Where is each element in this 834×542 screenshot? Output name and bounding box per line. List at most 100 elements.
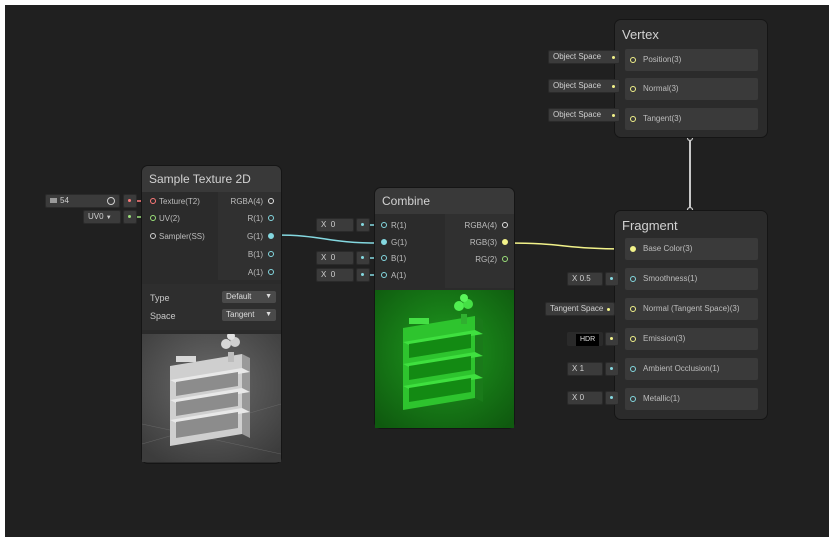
chevron-down-icon: ▼ xyxy=(265,311,272,318)
block-label: Metallic(1) xyxy=(643,394,680,403)
context-title[interactable]: Vertex xyxy=(615,20,767,50)
uv-port-handle[interactable] xyxy=(123,210,137,224)
emission-port-handle[interactable] xyxy=(605,332,619,346)
fragment-block-ambient-occlusion[interactable]: Ambient Occlusion(1) xyxy=(625,358,758,380)
fragment-block-emission[interactable]: Emission(3) xyxy=(625,328,758,350)
output-port-rgba[interactable] xyxy=(502,222,508,228)
node-title[interactable]: Sample Texture 2D xyxy=(142,166,281,192)
vertex-block-position[interactable]: Position(3) xyxy=(625,49,758,71)
block-label: Emission(3) xyxy=(643,334,686,343)
sample-texture-2d-node[interactable]: Sample Texture 2D Texture(T2) UV(2) Samp… xyxy=(142,166,281,463)
uv-channel-dropdown[interactable]: UV0 ▼ xyxy=(83,210,121,224)
shader-graph-canvas[interactable]: 54 UV0 ▼ Sample Texture 2D Texture(T2) U… xyxy=(5,5,829,537)
port-label: Texture(T2) xyxy=(159,197,200,206)
block-label: Tangent(3) xyxy=(643,114,682,123)
space-dropdown[interactable]: Tangent ▼ xyxy=(222,309,276,321)
emission-color-field[interactable]: HDR xyxy=(567,332,603,346)
output-port-rgb[interactable] xyxy=(502,239,508,245)
port-label: R(1) xyxy=(247,214,263,223)
block-label: Ambient Occlusion(1) xyxy=(643,364,720,373)
type-label: Type xyxy=(150,293,170,303)
output-port-b[interactable] xyxy=(268,251,274,257)
input-port-uv[interactable] xyxy=(150,215,156,221)
port-label: UV(2) xyxy=(159,214,180,223)
chevron-down-icon: ▼ xyxy=(265,293,272,300)
context-title[interactable]: Fragment xyxy=(615,211,767,241)
smoothness-port-handle[interactable] xyxy=(605,272,619,286)
normal-space-field[interactable]: Tangent Space xyxy=(545,302,615,316)
ao-port-handle[interactable] xyxy=(605,362,619,376)
port-label: RGB(3) xyxy=(469,238,497,247)
port-label: G(1) xyxy=(391,238,407,247)
fragment-block-metallic[interactable]: Metallic(1) xyxy=(625,388,758,410)
wire-g-to-combine-g[interactable] xyxy=(274,234,381,244)
fragment-block-normal[interactable]: Normal (Tangent Space)(3) xyxy=(625,298,758,320)
port-label: RG(2) xyxy=(475,255,497,264)
block-label: Position(3) xyxy=(643,55,682,64)
space-label: Space xyxy=(150,311,176,321)
port-label: RGBA(4) xyxy=(230,197,263,206)
input-port-texture[interactable] xyxy=(150,198,156,204)
combine-b-default-field[interactable]: X 0 xyxy=(316,251,354,265)
input-port-sampler[interactable] xyxy=(150,233,156,239)
port-label: A(1) xyxy=(247,268,263,277)
vertex-context[interactable]: Vertex Position(3) Normal(3) Tangent(3) xyxy=(615,20,767,137)
position-space-chip[interactable]: Object Space xyxy=(548,50,620,64)
port-label: B(1) xyxy=(247,250,263,259)
texture-asset-field[interactable]: 54 xyxy=(45,194,120,208)
port-label: R(1) xyxy=(391,221,407,230)
combine-node[interactable]: Combine R(1) G(1) B(1) A(1) RGBA(4) RGB(… xyxy=(375,188,514,428)
combine-a-port-handle[interactable] xyxy=(356,268,370,282)
output-port-r[interactable] xyxy=(268,215,274,221)
output-port-a[interactable] xyxy=(268,269,274,275)
input-port-position[interactable] xyxy=(630,57,636,63)
combine-b-port-handle[interactable] xyxy=(356,251,370,265)
block-label: Normal (Tangent Space)(3) xyxy=(643,304,740,313)
port-label: G(1) xyxy=(247,232,263,241)
combine-r-default-field[interactable]: X 0 xyxy=(316,218,354,232)
input-port-tangent[interactable] xyxy=(630,116,636,122)
input-port-g[interactable] xyxy=(381,239,387,245)
chevron-down-icon: ▼ xyxy=(105,215,112,221)
texture-port-handle[interactable] xyxy=(123,194,137,208)
fragment-block-smoothness[interactable]: Smoothness(1) xyxy=(625,268,758,290)
vertex-block-tangent[interactable]: Tangent(3) xyxy=(625,108,758,130)
tangent-space-chip[interactable]: Object Space xyxy=(548,108,620,122)
input-port-metallic[interactable] xyxy=(630,396,636,402)
normal-space-chip[interactable]: Object Space xyxy=(548,79,620,93)
node-title[interactable]: Combine xyxy=(375,188,514,214)
ao-value-field[interactable]: X 1 xyxy=(567,362,603,376)
block-label: Smoothness(1) xyxy=(643,274,698,283)
metallic-value-field[interactable]: X 0 xyxy=(567,391,603,405)
output-port-g[interactable] xyxy=(268,233,274,239)
smoothness-value-field[interactable]: X 0.5 xyxy=(567,272,603,286)
type-dropdown[interactable]: Default ▼ xyxy=(222,291,276,303)
texture-icon xyxy=(50,198,57,204)
port-label: Sampler(SS) xyxy=(159,232,205,241)
block-label: Base Color(3) xyxy=(643,244,693,253)
fragment-block-base-color[interactable]: Base Color(3) xyxy=(625,238,758,260)
input-port-a[interactable] xyxy=(381,272,387,278)
port-label: RGBA(4) xyxy=(464,221,497,230)
wire-rgb-to-base-color[interactable] xyxy=(506,242,626,250)
input-port-b[interactable] xyxy=(381,255,387,261)
node-preview xyxy=(142,334,281,462)
target-icon[interactable] xyxy=(107,197,115,205)
input-port-r[interactable] xyxy=(381,222,387,228)
input-port-base-color[interactable] xyxy=(630,246,636,252)
block-label: Normal(3) xyxy=(643,84,679,93)
input-port-ao[interactable] xyxy=(630,366,636,372)
input-port-normal[interactable] xyxy=(630,86,636,92)
output-port-rgba[interactable] xyxy=(268,198,274,204)
fragment-context[interactable]: Fragment Base Color(3) Smoothness(1) Nor… xyxy=(615,211,767,419)
port-label: B(1) xyxy=(391,254,407,263)
input-port-emission[interactable] xyxy=(630,336,636,342)
output-port-rg[interactable] xyxy=(502,256,508,262)
metallic-port-handle[interactable] xyxy=(605,391,619,405)
combine-a-default-field[interactable]: X 0 xyxy=(316,268,354,282)
input-port-smoothness[interactable] xyxy=(630,276,636,282)
vertex-block-normal[interactable]: Normal(3) xyxy=(625,78,758,100)
node-preview xyxy=(375,290,514,428)
input-port-normal-ts[interactable] xyxy=(630,306,636,312)
combine-r-port-handle[interactable] xyxy=(356,218,370,232)
